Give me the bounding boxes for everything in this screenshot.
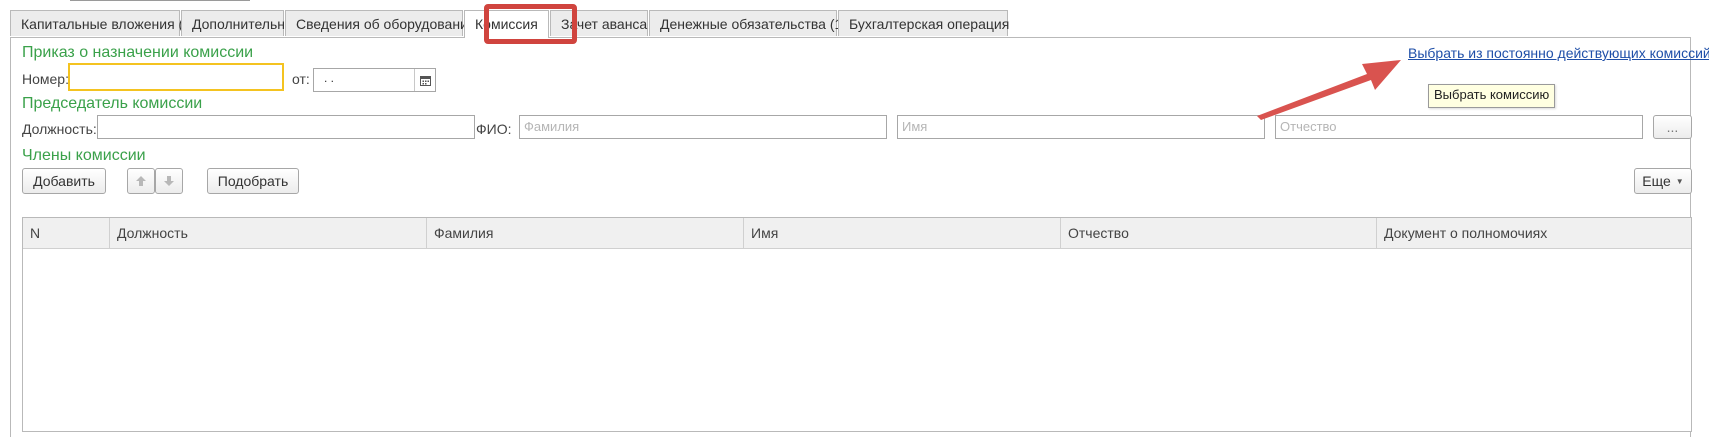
fio-label: ФИО: — [476, 121, 512, 137]
tab-bar: Капитальные вложения (1) Дополнительно С… — [10, 10, 1009, 38]
arrow-down-icon — [164, 176, 174, 186]
more-button[interactable]: Еще ▼ — [1634, 168, 1692, 194]
pick-members-button[interactable]: Подобрать — [207, 168, 299, 194]
column-header-last-name[interactable]: Фамилия — [427, 218, 744, 248]
column-header-position[interactable]: Должность — [110, 218, 427, 248]
date-label: от: — [292, 71, 310, 87]
column-header-authority-document[interactable]: Документ о полномочиях — [1377, 218, 1691, 248]
members-section-title: Члены комиссии — [22, 147, 146, 164]
number-label: Номер: — [22, 71, 69, 87]
column-header-first-name[interactable]: Имя — [744, 218, 1061, 248]
more-button-label: Еще — [1642, 173, 1671, 189]
top-edge-line — [70, 0, 250, 1]
arrow-up-icon — [136, 176, 146, 186]
annotation-arrow-icon — [1257, 60, 1401, 120]
order-date-value: . . — [324, 71, 335, 85]
order-date-input[interactable]: . . — [313, 68, 436, 92]
column-header-patronymic[interactable]: Отчество — [1061, 218, 1377, 248]
column-header-number[interactable]: N — [23, 218, 110, 248]
tab-advance-offset[interactable]: Зачет аванса — [550, 10, 648, 36]
move-up-button[interactable] — [127, 168, 155, 194]
tab-accounting-operation[interactable]: Бухгалтерская операция — [838, 10, 1009, 36]
calendar-icon[interactable] — [414, 69, 435, 91]
last-name-input[interactable]: Фамилия — [519, 115, 887, 139]
chairman-section-title: Председатель комиссии — [22, 95, 203, 112]
tab-commission[interactable]: Комиссия — [464, 10, 549, 38]
tab-monetary-obligations[interactable]: Денежные обязательства (1) — [649, 10, 847, 36]
tab-capital-investments[interactable]: Капитальные вложения (1) — [10, 10, 196, 36]
select-permanent-commission-link[interactable]: Выбрать из постоянно действующих комисси… — [1408, 45, 1709, 61]
members-table-header: N Должность Фамилия Имя Отчество Докумен… — [23, 218, 1691, 249]
select-chairman-button[interactable]: ... — [1653, 115, 1692, 139]
order-section-title: Приказ о назначении комиссии — [22, 44, 254, 61]
first-name-input[interactable]: Имя — [897, 115, 1265, 139]
add-member-button[interactable]: Добавить — [22, 168, 106, 194]
order-number-input[interactable] — [68, 63, 284, 91]
move-down-button[interactable] — [155, 168, 183, 194]
tab-equipment-info[interactable]: Сведения об оборудовании — [285, 10, 476, 36]
chairman-position-input[interactable] — [97, 115, 475, 139]
chevron-down-icon: ▼ — [1675, 176, 1684, 186]
tab-additional[interactable]: Дополнительно — [181, 10, 293, 36]
position-label: Должность: — [22, 121, 97, 137]
members-table-body[interactable] — [23, 249, 1691, 429]
members-table: N Должность Фамилия Имя Отчество Докумен… — [22, 217, 1692, 432]
select-commission-tooltip: Выбрать комиссию — [1428, 84, 1556, 108]
